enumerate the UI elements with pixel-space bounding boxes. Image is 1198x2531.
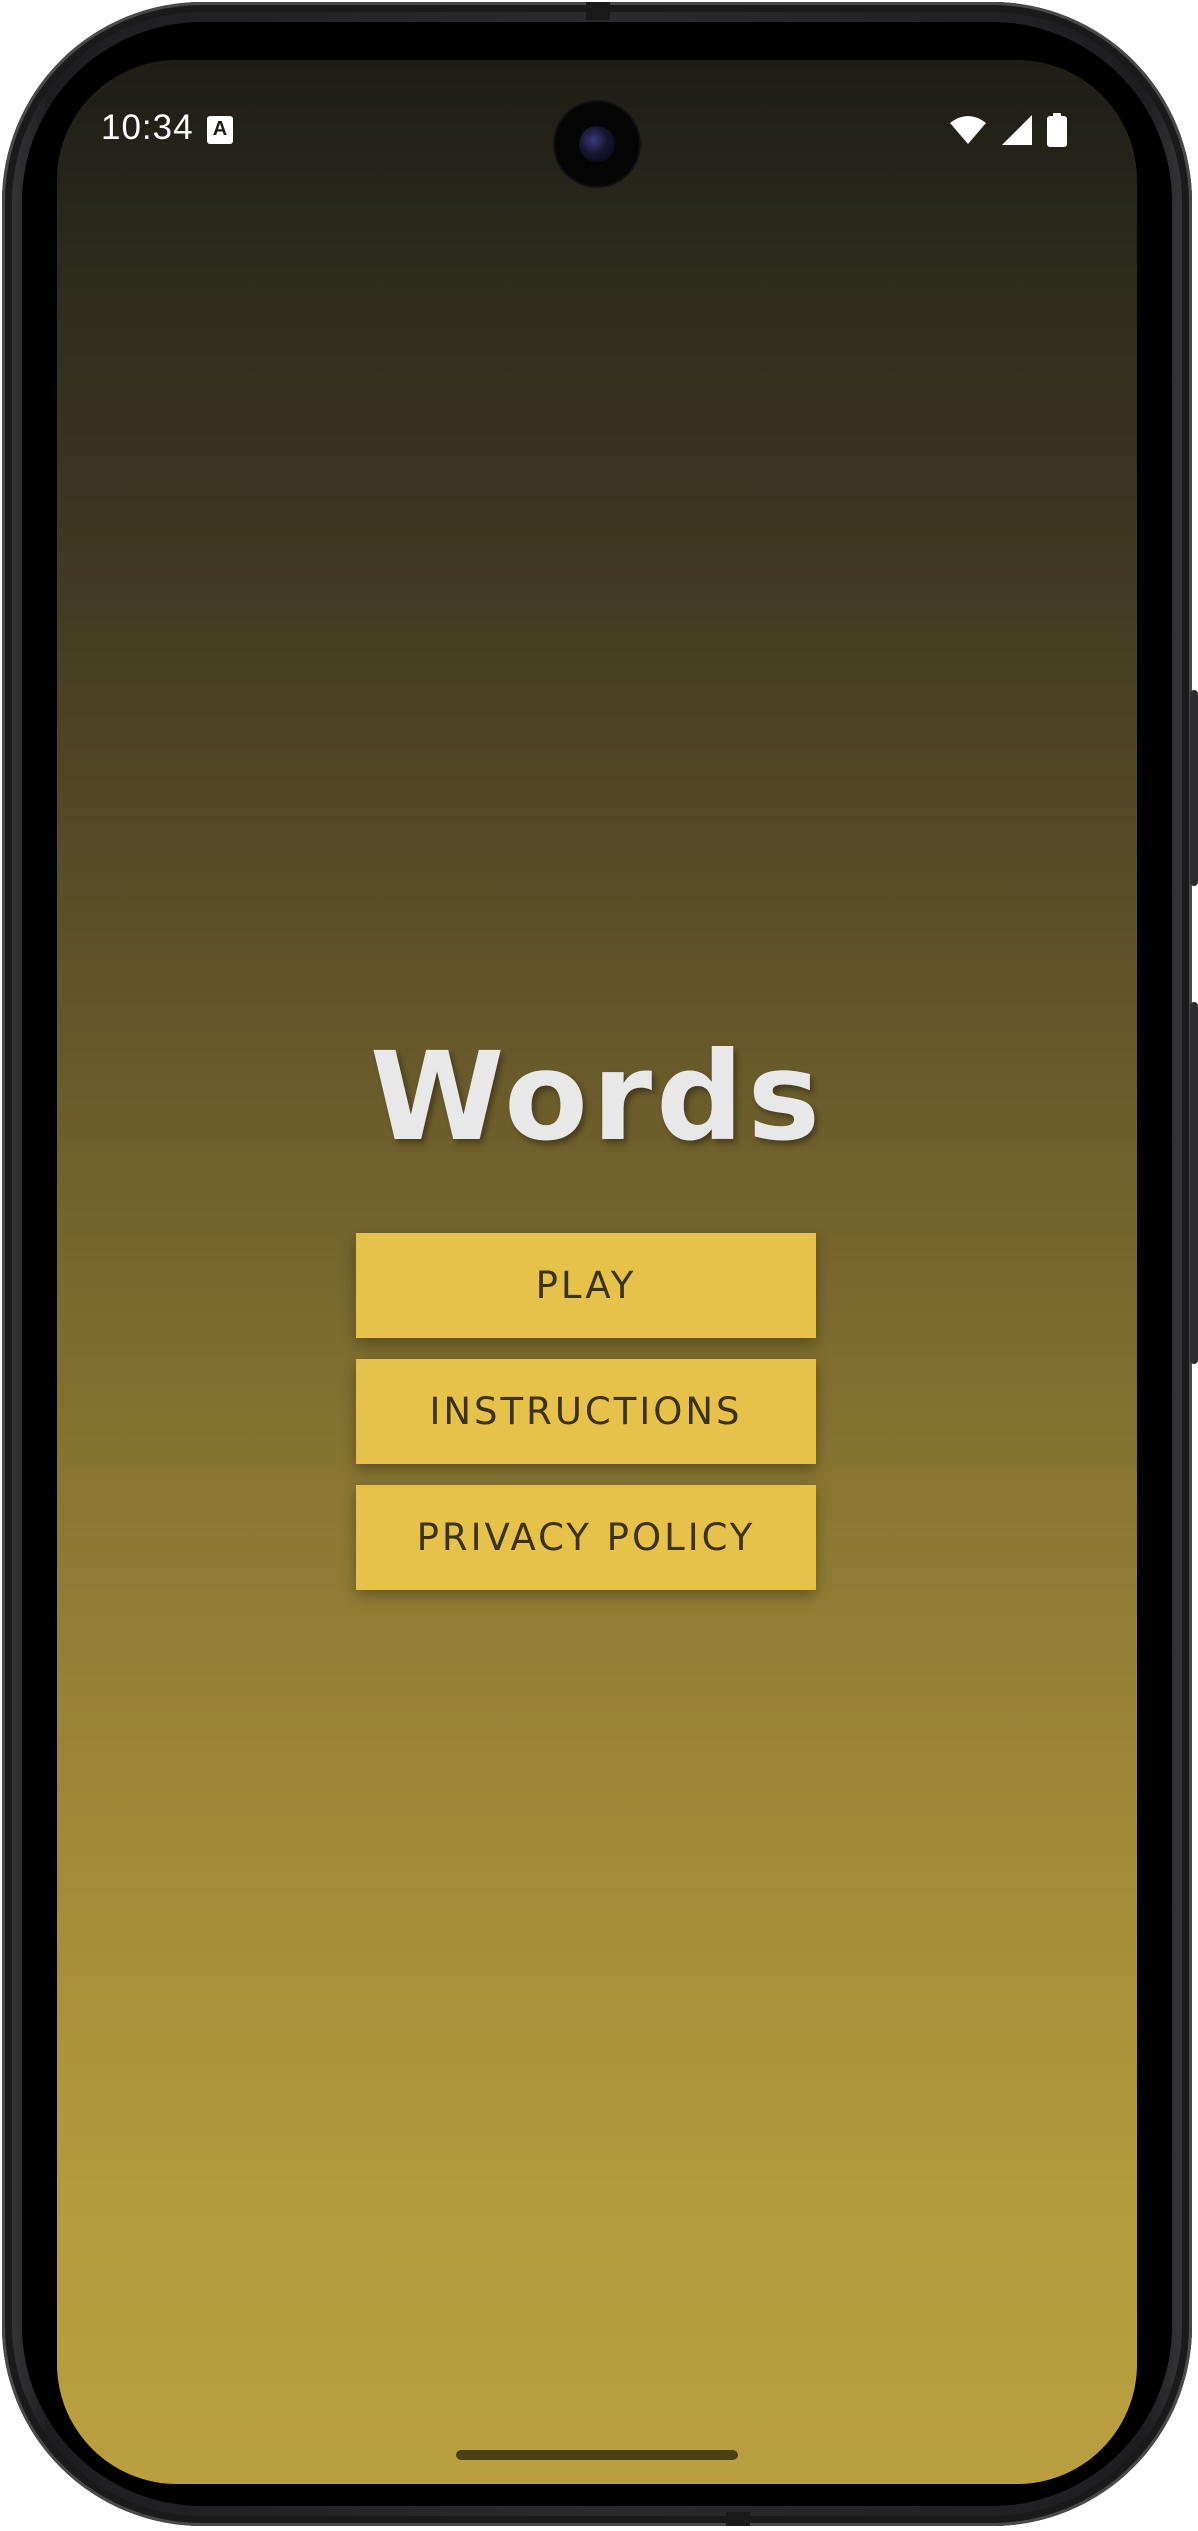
front-camera <box>555 102 639 186</box>
cellular-signal-icon <box>1001 114 1033 146</box>
power-button <box>1190 1002 1198 1364</box>
home-indicator[interactable] <box>456 2450 738 2460</box>
status-time: 10:34 <box>101 108 194 147</box>
frame-antenna-line-bottom <box>726 2512 750 2526</box>
volume-button <box>1190 690 1198 886</box>
play-button[interactable]: PLAY <box>356 1233 816 1338</box>
notification-a-icon: A <box>207 116 233 144</box>
app-screen: 10:34 A Words PLAY INSTRUCTIONS PRIVACY … <box>57 60 1137 2484</box>
instructions-button[interactable]: INSTRUCTIONS <box>356 1359 816 1464</box>
main-menu: PLAY INSTRUCTIONS PRIVACY POLICY <box>356 1233 816 1590</box>
status-bar: 10:34 A <box>57 60 1137 190</box>
battery-icon <box>1047 113 1067 147</box>
camera-lens <box>579 126 615 162</box>
phone-frame: 10:34 A Words PLAY INSTRUCTIONS PRIVACY … <box>2 2 1198 2526</box>
wifi-icon <box>949 115 987 145</box>
app-title: Words <box>369 1026 825 1168</box>
frame-antenna-line-top <box>586 2 610 20</box>
status-icons <box>949 112 1067 148</box>
privacy-policy-button[interactable]: PRIVACY POLICY <box>356 1485 816 1590</box>
